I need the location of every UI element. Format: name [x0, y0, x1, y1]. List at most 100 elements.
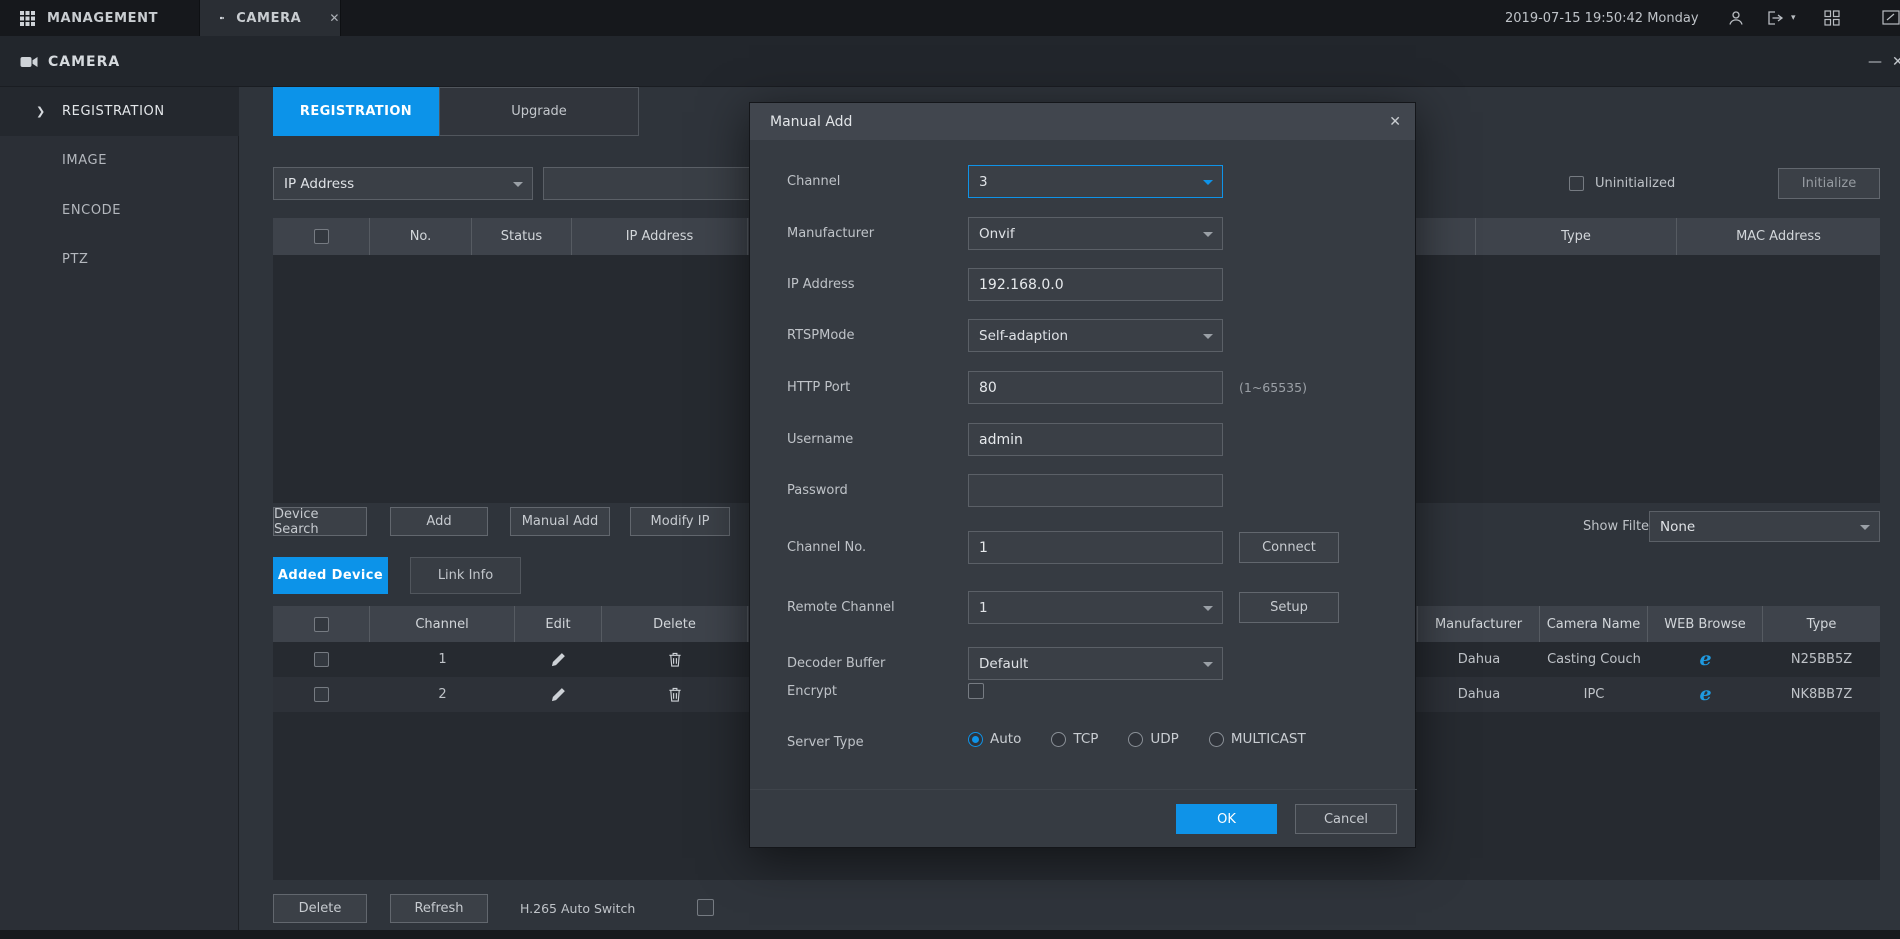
channel-grid-icon[interactable] [1824, 10, 1840, 26]
uninitialized-label: Uninitialized [1595, 167, 1675, 200]
tab-camera[interactable]: CAMERA ✕ [200, 0, 341, 36]
radio-udp[interactable]: UDP [1128, 731, 1178, 747]
tab-link-info[interactable]: Link Info [410, 557, 521, 594]
edit-button[interactable] [515, 642, 602, 677]
select-all-checkbox[interactable] [314, 617, 329, 632]
password-field[interactable] [968, 474, 1223, 507]
add-button[interactable]: Add [390, 507, 488, 536]
decoder-buffer-dropdown[interactable]: Default [968, 647, 1223, 680]
pencil-icon [551, 652, 566, 667]
select-all-checkbox[interactable] [314, 229, 329, 244]
window-titlebar: CAMERA — ✕ [0, 36, 1900, 87]
tab-added-device[interactable]: Added Device [273, 557, 388, 594]
http-port-field[interactable] [968, 371, 1223, 404]
device-search-button[interactable]: Device Search [273, 507, 367, 536]
row-checkbox-cell [273, 642, 370, 677]
sidebar-item-registration[interactable]: ❯ REGISTRATION [0, 87, 239, 136]
col-type: Type [1763, 606, 1880, 642]
connect-label: Connect [1262, 540, 1316, 555]
ie-browser-icon[interactable]: e [1699, 650, 1711, 669]
user-icon[interactable] [1728, 10, 1744, 26]
row-checkbox[interactable] [314, 652, 329, 667]
dialog-close-icon[interactable]: ✕ [1389, 103, 1401, 140]
close-tab-icon[interactable]: ✕ [329, 11, 340, 25]
encrypt-checkbox[interactable] [968, 683, 984, 703]
username-field[interactable] [968, 423, 1223, 456]
camera-icon [220, 12, 224, 24]
page-title: CAMERA [48, 36, 120, 87]
sidebar-item-encode[interactable]: ENCODE [0, 186, 239, 235]
manufacturer-dropdown[interactable]: Onvif [968, 217, 1223, 250]
manual-add-button[interactable]: Manual Add [510, 507, 610, 536]
col-status: Status [472, 218, 572, 255]
connect-button[interactable]: Connect [1239, 532, 1339, 563]
close-window-icon[interactable]: ✕ [1892, 36, 1900, 87]
radio-auto[interactable]: Auto [968, 731, 1021, 747]
tab-management[interactable]: MANAGEMENT [0, 0, 200, 36]
radio-dot [1051, 732, 1066, 747]
delete-button[interactable] [602, 677, 748, 712]
uninitialized-checkbox[interactable] [1569, 176, 1584, 195]
header-checkbox-cell [273, 218, 370, 255]
sidebar-item-label: IMAGE [62, 153, 107, 168]
tab-registration[interactable]: REGISTRATION [273, 87, 439, 136]
cancel-button[interactable]: Cancel [1295, 804, 1397, 834]
show-filter-value: None [1660, 519, 1695, 535]
radio-tcp[interactable]: TCP [1051, 731, 1098, 747]
radio-dot [1128, 732, 1143, 747]
search-type-dropdown[interactable]: IP Address [273, 167, 533, 200]
chevron-down-icon[interactable]: ▾ [1791, 13, 1796, 23]
col-delete: Delete [602, 606, 748, 642]
checkbox-box[interactable] [968, 683, 984, 699]
checkbox-box[interactable] [697, 899, 714, 916]
h265-auto-switch-label: H.265 Auto Switch [520, 894, 635, 923]
ie-browser-icon[interactable]: e [1699, 685, 1711, 704]
server-type-label: Server Type [787, 726, 864, 759]
initialize-button-label: Initialize [1802, 176, 1856, 191]
dialog-titlebar: Manual Add ✕ [750, 103, 1415, 140]
minimize-icon[interactable]: — [1868, 36, 1882, 87]
ok-button[interactable]: OK [1176, 804, 1277, 834]
col-web-browse: WEB Browse [1648, 606, 1763, 642]
edit-panel-icon[interactable] [1882, 10, 1900, 25]
initialize-button[interactable]: Initialize [1778, 168, 1880, 199]
window-bottom-edge [0, 930, 1900, 939]
modify-ip-label: Modify IP [651, 514, 710, 529]
checkbox-box[interactable] [1569, 176, 1584, 191]
manufacturer-value: Onvif [979, 226, 1015, 242]
radio-multicast[interactable]: MULTICAST [1209, 731, 1306, 747]
row-checkbox[interactable] [314, 687, 329, 702]
username-label: Username [787, 423, 853, 456]
rtsp-mode-dropdown[interactable]: Self-adaption [968, 319, 1223, 352]
sidebar-item-image[interactable]: IMAGE [0, 136, 239, 185]
manufacturer-cell: Dahua [1418, 677, 1540, 712]
server-type-radio-group: Auto TCP UDP MULTICAST [968, 731, 1306, 747]
tab-camera-label: CAMERA [236, 11, 301, 26]
radio-dot [968, 732, 983, 747]
row-checkbox-cell [273, 677, 370, 712]
remote-channel-dropdown[interactable]: 1 [968, 591, 1223, 624]
password-label: Password [787, 474, 848, 507]
sidebar-item-ptz[interactable]: PTZ [0, 235, 239, 284]
channel-dropdown[interactable]: 3 [968, 165, 1223, 198]
channel-no-field[interactable] [968, 531, 1223, 564]
modify-ip-button[interactable]: Modify IP [630, 507, 730, 536]
h265-auto-switch-checkbox[interactable] [697, 899, 714, 920]
refresh-button[interactable]: Refresh [390, 894, 488, 923]
delete-button[interactable]: Delete [273, 894, 367, 923]
show-filter-dropdown[interactable]: None [1649, 511, 1880, 542]
sidebar-item-label: PTZ [62, 252, 89, 267]
ip-address-field[interactable] [968, 268, 1223, 301]
encrypt-label: Encrypt [787, 675, 837, 708]
edit-button[interactable] [515, 677, 602, 712]
tab-upgrade-label: Upgrade [511, 104, 567, 119]
col-no: No. [370, 218, 472, 255]
delete-button[interactable] [602, 642, 748, 677]
pencil-icon [551, 687, 566, 702]
tab-upgrade[interactable]: Upgrade [439, 87, 639, 136]
rtsp-mode-label: RTSPMode [787, 319, 855, 352]
logout-icon[interactable] [1768, 11, 1784, 25]
setup-button[interactable]: Setup [1239, 592, 1339, 623]
ip-address-label: IP Address [787, 268, 855, 301]
trash-icon [668, 687, 682, 702]
